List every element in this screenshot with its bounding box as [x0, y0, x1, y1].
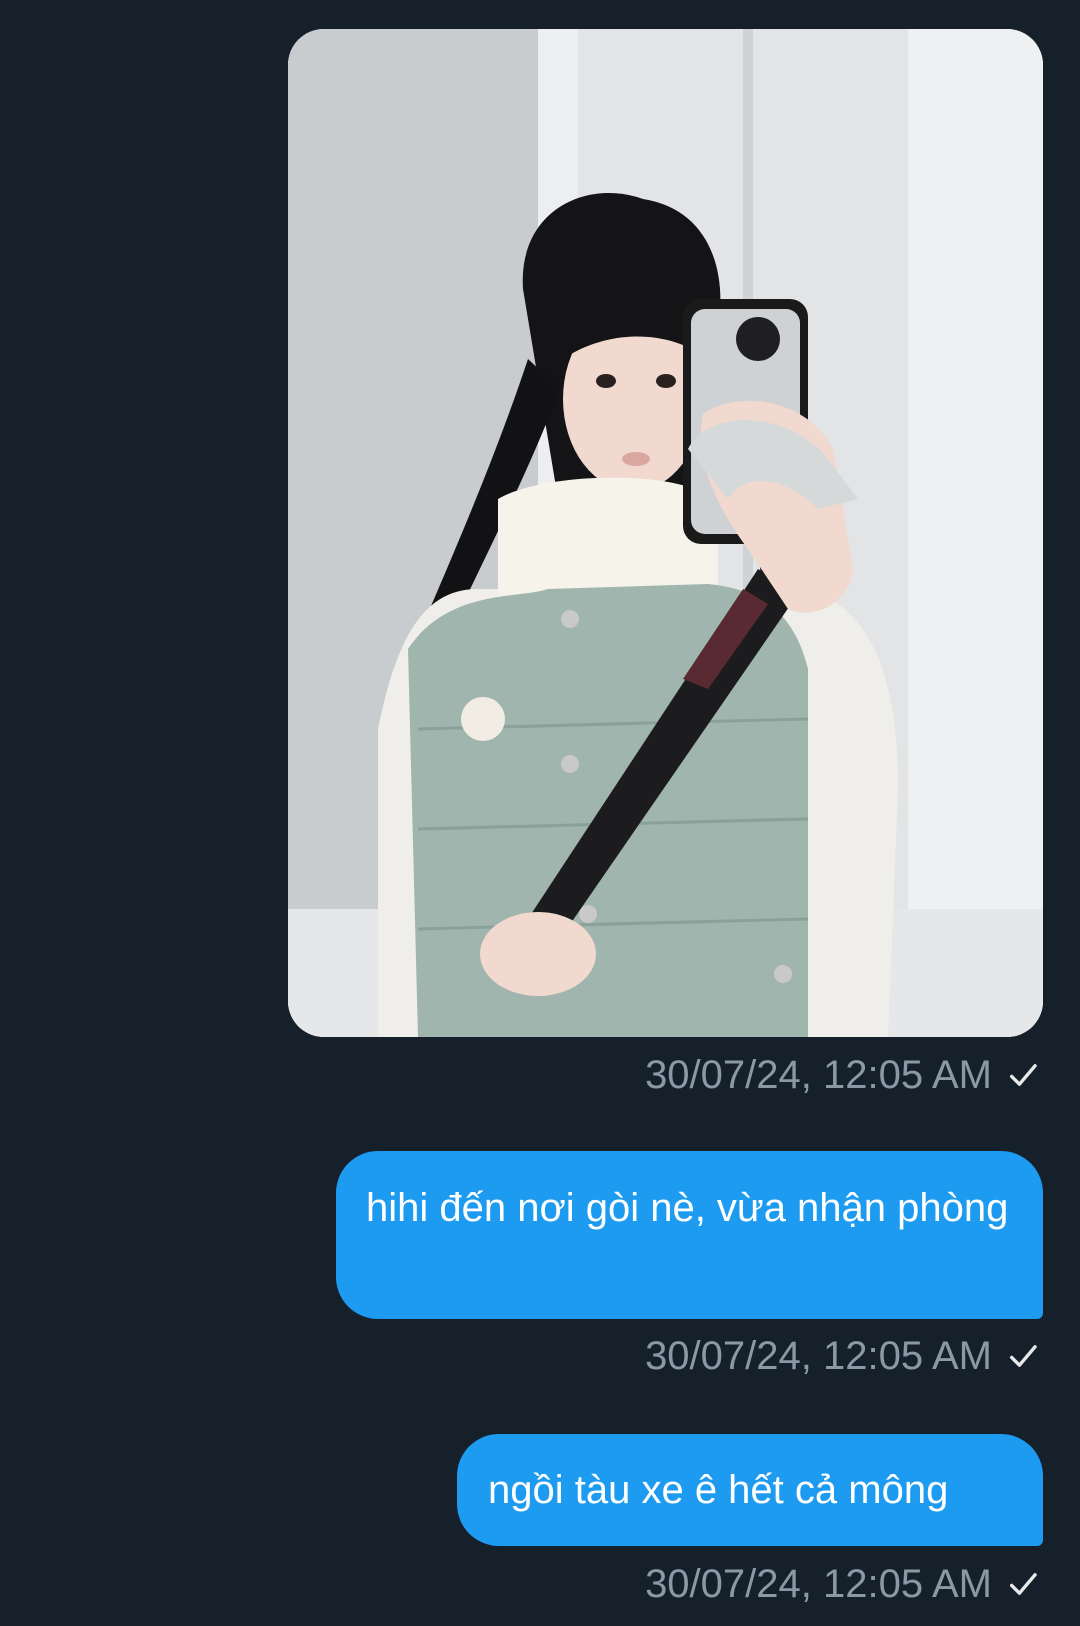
- checkmark-icon: [1009, 1064, 1037, 1086]
- timestamp: 30/07/24, 12:05 AM: [645, 1053, 992, 1097]
- message-meta: 30/07/24, 12:05 AM: [645, 1051, 1040, 1099]
- timestamp: 30/07/24, 12:05 AM: [645, 1562, 992, 1606]
- message-meta: 30/07/24, 12:05 AM: [645, 1560, 1040, 1608]
- image-message[interactable]: [288, 29, 1043, 1037]
- message-text: ngồi tàu xe ê hết cả mông: [488, 1468, 949, 1512]
- conversation-thread: 30/07/24, 12:05 AM hihi đến nơi gòi nè, …: [0, 0, 1080, 1626]
- message-meta: 30/07/24, 12:05 AM: [645, 1332, 1040, 1380]
- checkmark-icon: [1009, 1345, 1037, 1367]
- message-text: hihi đến nơi gòi nè, vừa nhận phòng: [366, 1186, 1009, 1230]
- photo-selfie: [288, 29, 1043, 1037]
- checkmark-icon: [1009, 1573, 1037, 1595]
- timestamp: 30/07/24, 12:05 AM: [645, 1334, 992, 1378]
- sent-message-bubble[interactable]: hihi đến nơi gòi nè, vừa nhận phòng: [336, 1151, 1043, 1319]
- sent-message-bubble[interactable]: ngồi tàu xe ê hết cả mông: [457, 1434, 1043, 1546]
